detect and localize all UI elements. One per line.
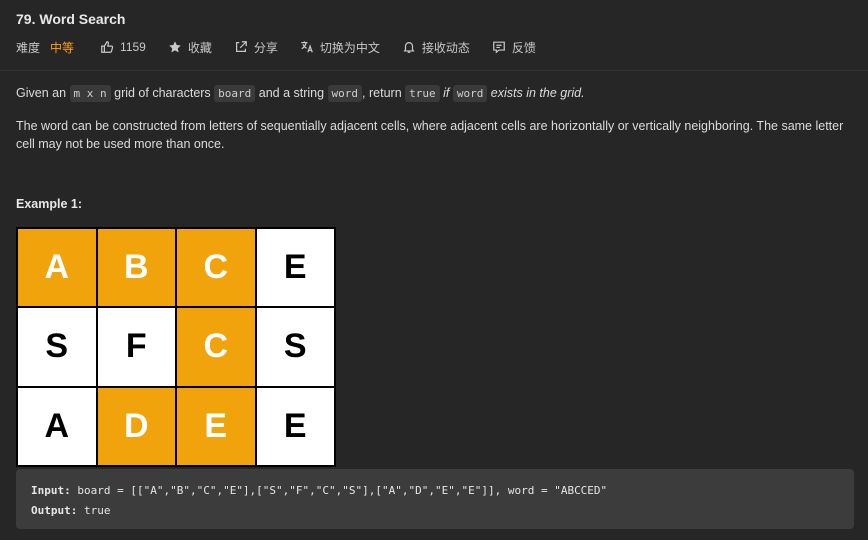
board-cell: S: [256, 308, 334, 386]
board-cell: E: [256, 387, 334, 465]
feedback-label: 反馈: [511, 40, 536, 55]
board-cell: S: [18, 308, 96, 386]
example-io-block: Input: board = [["A","B","C","E"],["S","…: [16, 469, 854, 529]
share-icon: [235, 41, 247, 52]
board-cell: A: [18, 229, 96, 307]
inline-code: word: [327, 85, 363, 102]
like-button[interactable]: 1159: [100, 40, 146, 54]
problem-title: 79. Word Search: [16, 11, 126, 27]
example-board-image: ABCESFCSADEE: [16, 227, 336, 467]
input-value: board = [["A","B","C","E"],["S","F","C",…: [70, 484, 608, 497]
feedback-icon: [493, 41, 505, 54]
favorite-button[interactable]: 收藏: [168, 39, 212, 56]
switch-language-button[interactable]: 切换为中文: [300, 39, 380, 56]
inline-code: board: [214, 85, 256, 102]
inline-code: m x n: [69, 85, 111, 102]
description-intro: Given an m x n grid of characters board …: [16, 85, 585, 102]
board-cell: D: [97, 387, 175, 465]
thumbs-up-icon: [101, 41, 114, 53]
board-cell: C: [177, 308, 255, 386]
difficulty-label: 难度: [16, 40, 41, 55]
like-count: 1159: [120, 40, 146, 54]
translate-icon: [301, 41, 313, 53]
example-output-row: Output: true: [31, 501, 839, 521]
header-divider: [0, 70, 868, 71]
board-cell: F: [97, 308, 175, 386]
favorite-label: 收藏: [187, 40, 212, 55]
board-cell: E: [177, 387, 255, 465]
board-cell: B: [97, 229, 175, 307]
follow-label: 接收动态: [421, 40, 470, 55]
inline-code: word: [452, 85, 488, 102]
switch-language-label: 切换为中文: [319, 40, 380, 55]
input-label: Input:: [31, 484, 71, 497]
share-label: 分享: [253, 40, 278, 55]
output-label: Output:: [31, 504, 78, 517]
feedback-button[interactable]: 反馈: [492, 39, 536, 56]
output-value: true: [77, 504, 111, 517]
problem-toolbar: 难度 中等 1159 收藏 分享 切换为中文 接收动态 反馈: [16, 38, 558, 56]
description-rules: The word can be constructed from letters…: [16, 119, 844, 151]
board-cell: E: [256, 229, 334, 307]
star-icon: [169, 41, 181, 53]
example-input-row: Input: board = [["A","B","C","E"],["S","…: [31, 481, 839, 501]
share-button[interactable]: 分享: [234, 39, 278, 56]
board-cell: C: [177, 229, 255, 307]
follow-button[interactable]: 接收动态: [402, 39, 470, 56]
bell-icon: [403, 42, 415, 53]
inline-code: true: [405, 85, 440, 102]
difficulty-badge: 中等: [50, 40, 75, 55]
board-cell: A: [18, 387, 96, 465]
example-title: Example 1:: [16, 197, 83, 211]
